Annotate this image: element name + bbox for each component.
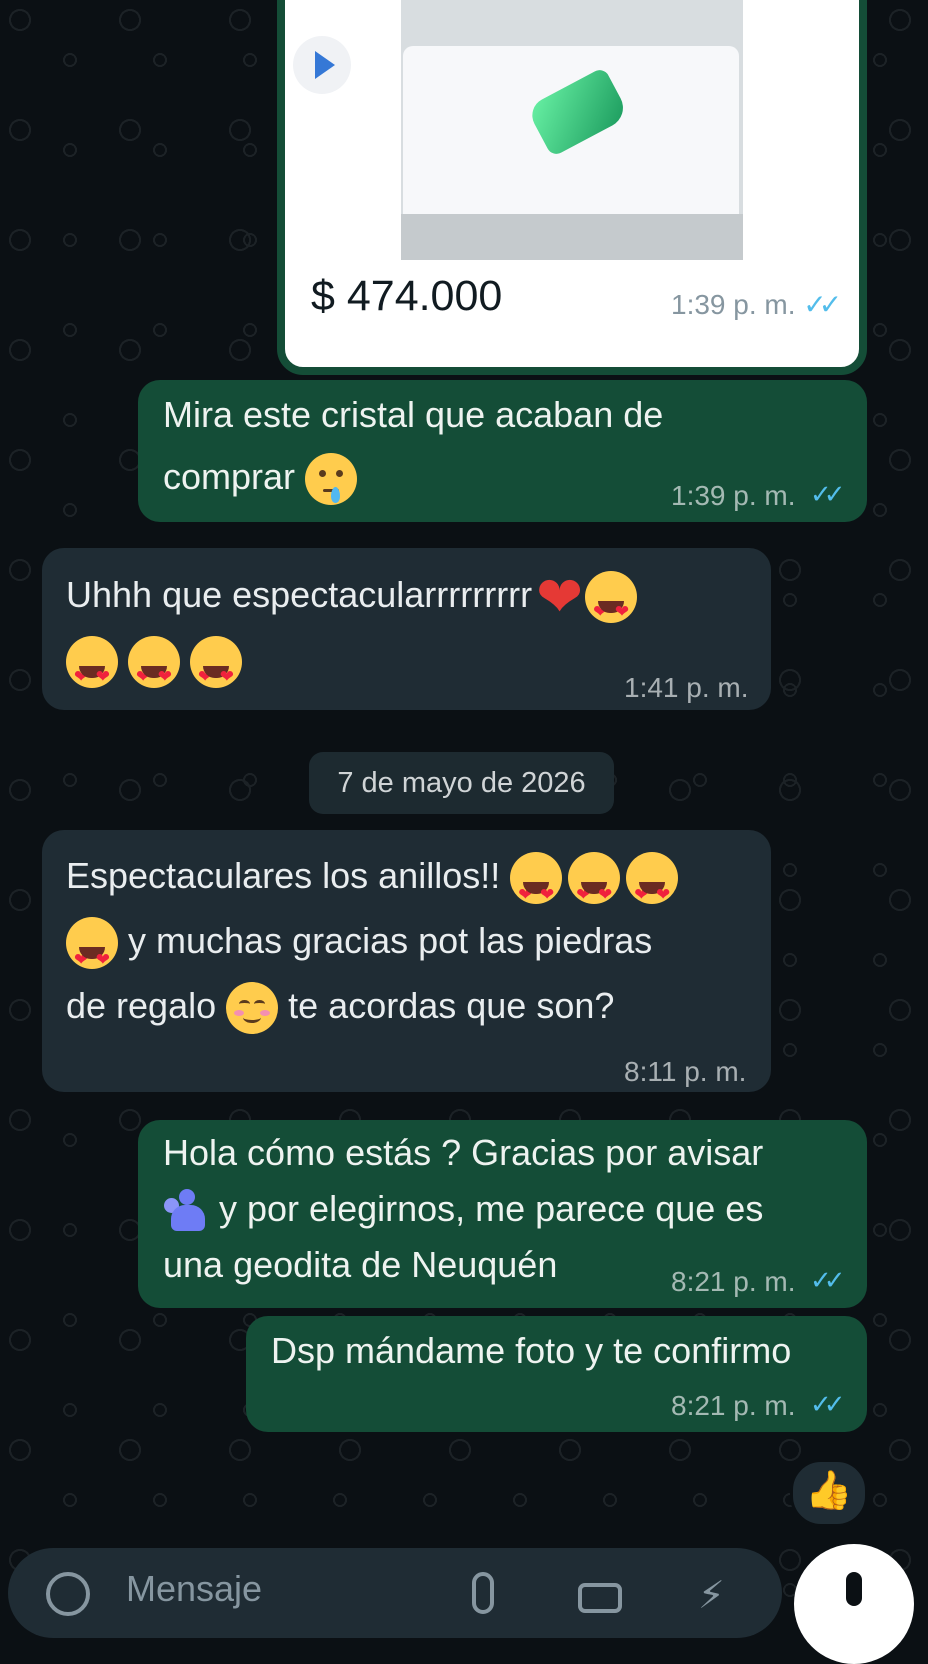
heart-eyes-emoji-icon <box>585 571 638 643</box>
message-bubble-incoming[interactable]: Uhhh que espectacularrrrrrrrr❤ 1:41 p. m… <box>42 548 771 710</box>
message-text: Uhhh que espectacularrrrrrrrr❤ <box>66 564 638 708</box>
message-time: 1:41 p. m. <box>624 672 749 703</box>
heart-eyes-emoji-icon <box>128 635 181 708</box>
message-text: Dsp mándame foto y te confirmo <box>271 1330 792 1371</box>
voice-record-button[interactable] <box>794 1544 914 1664</box>
microphone-icon <box>846 1572 862 1606</box>
heart-eyes-emoji-icon <box>190 635 243 708</box>
attach-icon[interactable] <box>472 1572 494 1614</box>
message-input[interactable]: Mensaje <box>126 1568 262 1610</box>
heart-eyes-emoji-icon <box>568 852 621 927</box>
crying-smile-emoji-icon <box>305 453 358 506</box>
emoji-icon[interactable] <box>46 1572 90 1616</box>
message-bubble-incoming[interactable]: Espectaculares los anillos!! y muchas gr… <box>42 830 771 1092</box>
payment-icon[interactable]: ⚡ <box>698 1573 725 1618</box>
hugging-people-emoji-icon <box>163 1188 209 1234</box>
media-time: 1:39 p. m. ✓✓ <box>671 289 842 320</box>
message-text: Mira este cristal que acaban de comprar <box>163 384 663 508</box>
heart-eyes-emoji-icon <box>66 635 118 708</box>
message-text: Espectaculares los anillos!! y muchas gr… <box>66 843 679 1038</box>
crystal-photo[interactable] <box>401 0 743 260</box>
heart-eyes-emoji-icon <box>626 852 679 927</box>
heart-eyes-emoji-icon <box>510 852 563 927</box>
message-bubble-outgoing[interactable]: Mira este cristal que acaban de comprar … <box>138 380 867 522</box>
message-time: 1:39 p. m. <box>671 480 796 511</box>
read-ticks-icon: ✓✓ <box>803 289 842 320</box>
red-heart-icon: ❤ <box>536 565 584 629</box>
read-ticks-icon: ✓✓ <box>810 1389 845 1419</box>
camera-icon[interactable] <box>578 1583 622 1613</box>
play-icon[interactable] <box>293 36 351 94</box>
read-ticks-icon: ✓✓ <box>810 479 845 509</box>
message-bubble-outgoing[interactable]: Dsp mándame foto y te confirmo 8:21 p. m… <box>246 1316 867 1432</box>
media-message[interactable]: $ 474.000 1:39 p. m. ✓✓ <box>277 0 867 375</box>
message-composer[interactable]: Mensaje ⚡ <box>8 1548 782 1638</box>
message-time: 8:11 p. m. <box>624 1056 747 1087</box>
thumbs-up-reaction-icon[interactable]: 👍 <box>790 1459 868 1527</box>
message-time: 8:21 p. m. <box>671 1390 796 1421</box>
smiling-blush-emoji-icon <box>226 982 279 1035</box>
read-ticks-icon: ✓✓ <box>810 1265 845 1295</box>
message-time: 8:21 p. m. <box>671 1266 796 1297</box>
heart-eyes-emoji-icon <box>66 917 118 992</box>
price-label: $ 474.000 <box>311 272 503 320</box>
date-separator: 7 de mayo de 2026 <box>309 752 614 814</box>
message-bubble-outgoing[interactable]: Hola cómo estás ? Gracias por avisar y p… <box>138 1120 867 1308</box>
